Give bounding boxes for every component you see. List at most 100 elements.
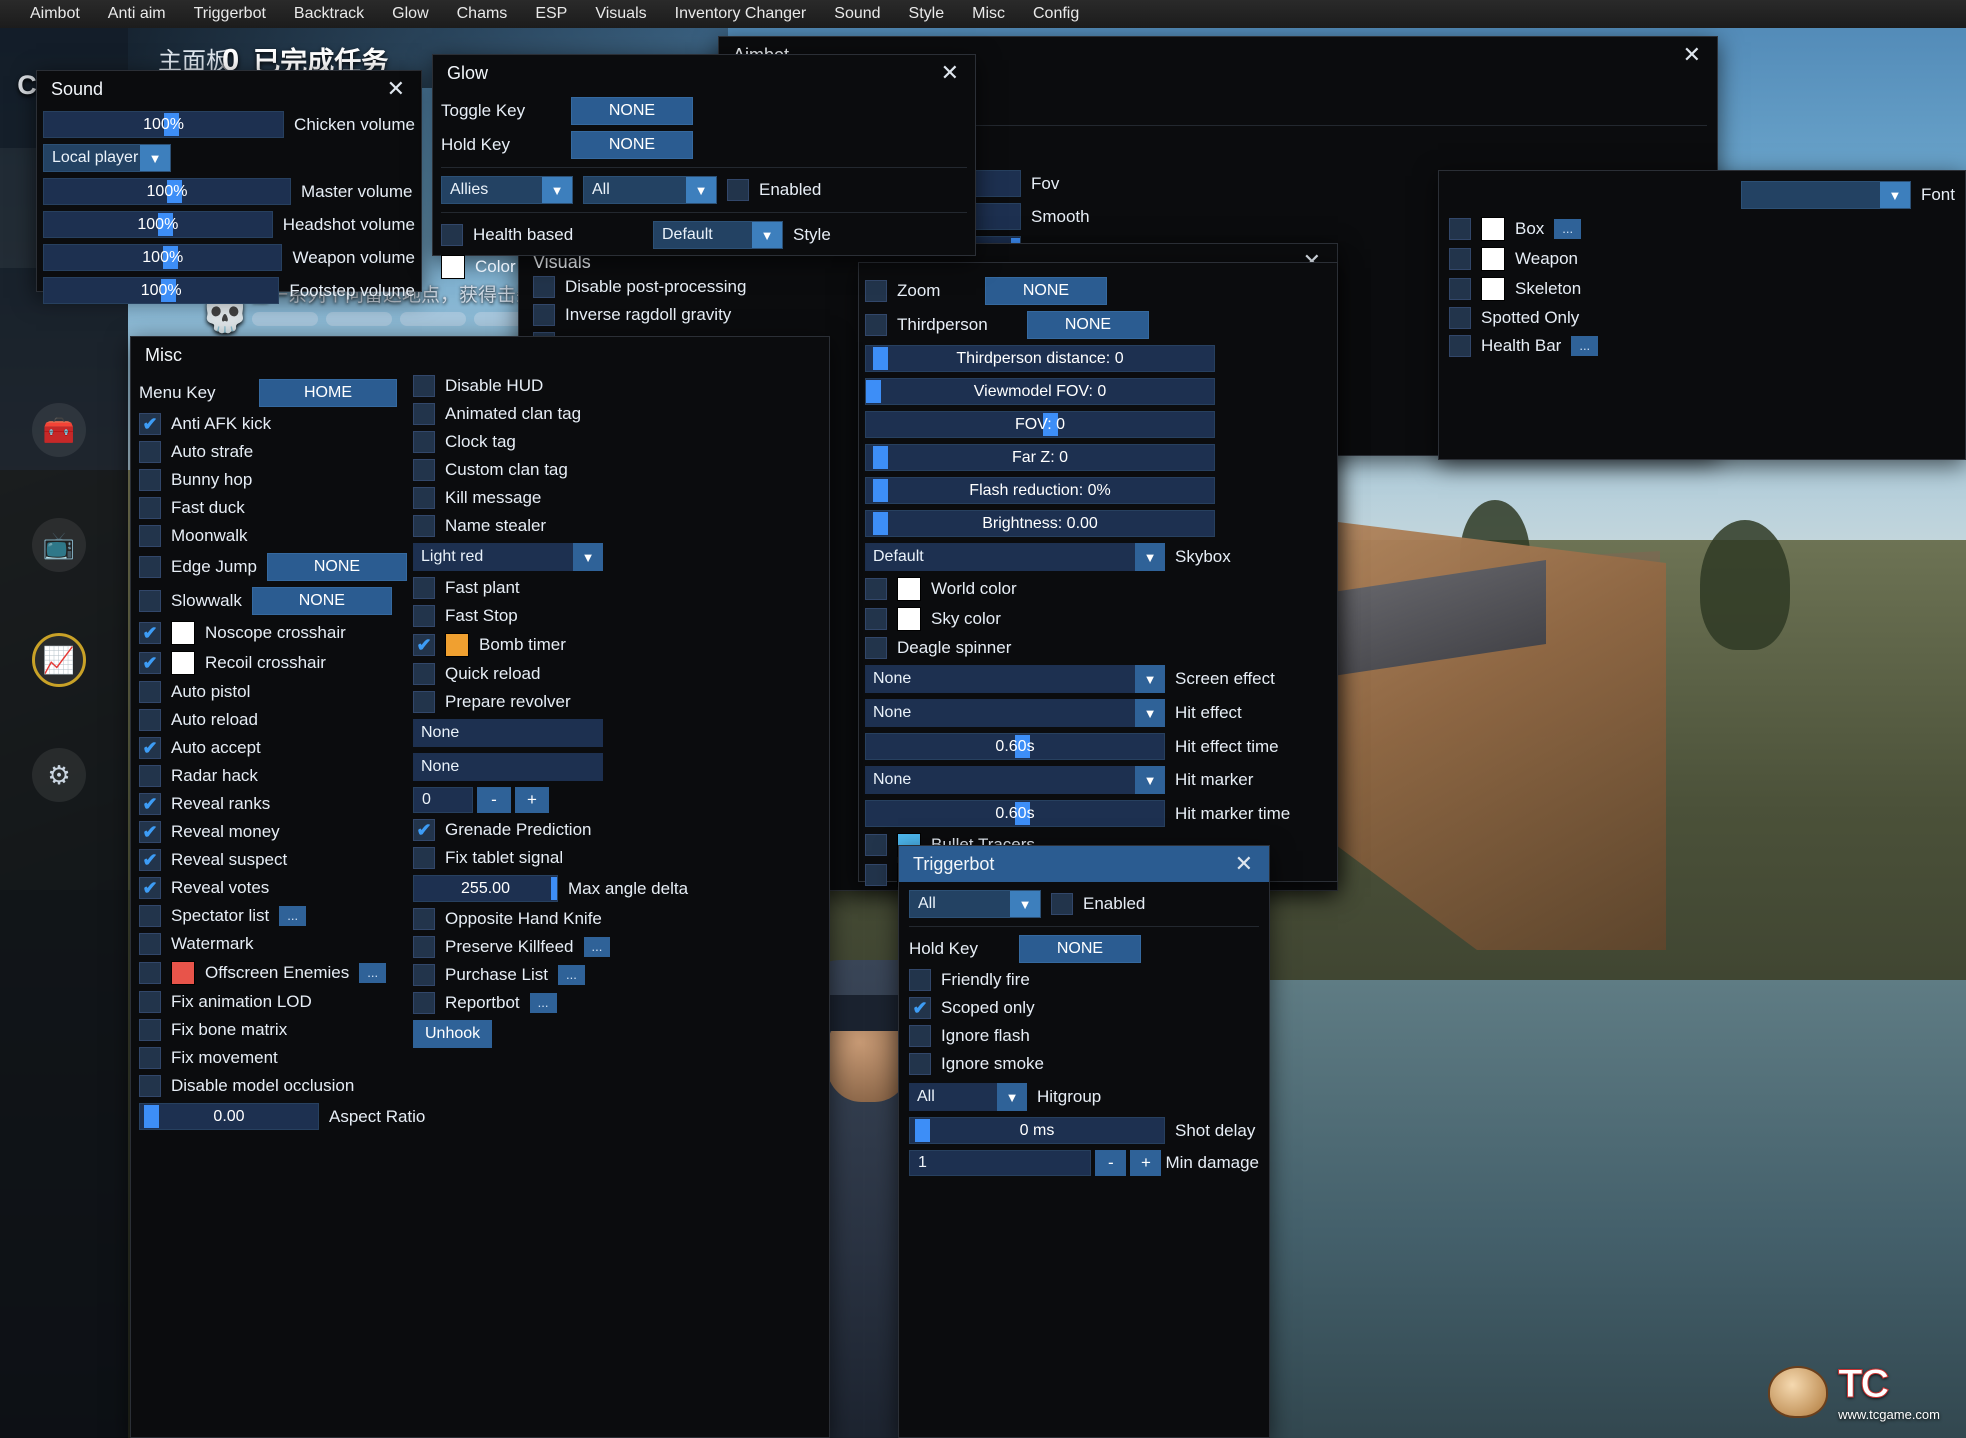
tracer-checkbox-1[interactable] — [865, 864, 887, 886]
misc-checkbox-17[interactable] — [139, 905, 161, 927]
hit-marker-time-slider[interactable]: 0.60s — [865, 800, 1165, 827]
visuals-slider-3[interactable]: Far Z: 0 — [865, 444, 1215, 471]
thirdperson-checkbox[interactable] — [865, 314, 887, 336]
misc-hud-checkbox-2[interactable] — [413, 431, 435, 453]
menu-item-triggerbot[interactable]: Triggerbot — [180, 2, 280, 26]
killmsg-color-combo[interactable]: Light red ▼ — [413, 543, 603, 571]
aspect-ratio-slider[interactable]: 0.00 — [139, 1103, 319, 1130]
shot-delay-slider[interactable]: 0 ms — [909, 1117, 1165, 1144]
misc-checkbox-8[interactable] — [139, 652, 161, 674]
misc-checkbox-12[interactable] — [139, 765, 161, 787]
triggerbot-hitgroup-combo[interactable]: All ▼ — [909, 1083, 1027, 1111]
misc-grenade-checkbox-0[interactable] — [413, 819, 435, 841]
glow-filter-combo[interactable]: All ▼ — [583, 176, 717, 204]
glow-target-combo[interactable]: Allies ▼ — [441, 176, 573, 204]
esp-checkbox-4[interactable] — [1449, 335, 1471, 357]
menu-item-visuals[interactable]: Visuals — [581, 2, 660, 26]
misc-window[interactable]: Misc Menu Key HOME Anti AFK kick Auto str… — [130, 336, 830, 1438]
misc-extra-dots-1[interactable]: ... — [583, 937, 611, 957]
misc-checkbox-20[interactable] — [139, 991, 161, 1013]
glow-toggle-key-button[interactable]: NONE — [571, 97, 693, 125]
close-icon[interactable]: ✕ — [383, 78, 409, 100]
menu-key-button[interactable]: HOME — [259, 379, 397, 407]
inventory-icon[interactable]: 🧰 — [32, 403, 86, 457]
hit-effect-time-slider[interactable]: 0.60s — [865, 733, 1165, 760]
misc-color-8[interactable] — [171, 651, 195, 675]
misc-checkbox-15[interactable] — [139, 849, 161, 871]
misc-dots-19[interactable]: ... — [359, 963, 387, 983]
menu-item-style[interactable]: Style — [895, 2, 959, 26]
misc-color-7[interactable] — [171, 621, 195, 645]
menu-item-aimbot[interactable]: Aimbot — [16, 2, 94, 26]
sound-window[interactable]: Sound ✕ 100% Chicken volume Local player ▼ 1… — [36, 70, 422, 304]
triggerbot-enabled-checkbox[interactable] — [1051, 893, 1073, 915]
misc-checkbox-9[interactable] — [139, 681, 161, 703]
triggerbot-target-combo[interactable]: All ▼ — [909, 890, 1041, 918]
misc-checkbox-18[interactable] — [139, 933, 161, 955]
max-angle-delta-slider[interactable]: 255.00 — [413, 875, 558, 902]
glow-color-swatch[interactable] — [441, 255, 465, 279]
misc-hud-checkbox-1[interactable] — [413, 403, 435, 425]
misc-checkbox-0[interactable] — [139, 413, 161, 435]
misc-extra-checkbox-1[interactable] — [413, 936, 435, 958]
esp-dots-0[interactable]: ... — [1554, 219, 1582, 239]
misc-hud-checkbox-4[interactable] — [413, 487, 435, 509]
misc-hud-checkbox-3[interactable] — [413, 459, 435, 481]
menu-item-misc[interactable]: Misc — [958, 2, 1019, 26]
esp-color-0[interactable] — [1481, 217, 1505, 241]
esp-checkbox-0[interactable] — [1449, 218, 1471, 240]
tracer-checkbox-0[interactable] — [865, 834, 887, 856]
misc-checkbox-10[interactable] — [139, 709, 161, 731]
thirdperson-key-button[interactable]: NONE — [1027, 311, 1149, 339]
sound-player-combo[interactable]: Local player ▼ — [43, 144, 171, 172]
esp-checkbox-2[interactable] — [1449, 278, 1471, 300]
skybox-combo[interactable]: Default ▼ — [865, 543, 1165, 571]
esp-window[interactable]: ▼ Font Box... Weapon Skeleton Spotted Only H… — [1438, 170, 1966, 460]
misc-key-6[interactable]: NONE — [251, 587, 392, 615]
triggerbot-window[interactable]: Triggerbot ✕ All ▼ Enabled Hold Key NONE… — [898, 845, 1270, 1438]
visuals-slider-2[interactable]: FOV: 0 — [865, 411, 1215, 438]
misc-checkbox-23[interactable] — [139, 1075, 161, 1097]
triggerbot-checkbox-2[interactable] — [909, 1025, 931, 1047]
slider-handle[interactable] — [872, 479, 888, 502]
misc-checkbox-22[interactable] — [139, 1047, 161, 1069]
visuals-slider-1[interactable]: Viewmodel FOV: 0 — [865, 378, 1215, 405]
misc-bomb-checkbox-1[interactable] — [413, 605, 435, 627]
misc-checkbox-4[interactable] — [139, 525, 161, 547]
misc-checkbox-7[interactable] — [139, 622, 161, 644]
triggerbot-checkbox-1[interactable] — [909, 997, 931, 1019]
sound-slider-2[interactable]: 100% — [43, 211, 273, 238]
misc-checkbox-3[interactable] — [139, 497, 161, 519]
menu-item-sound[interactable]: Sound — [820, 2, 894, 26]
visuals-slider-4[interactable]: Flash reduction: 0% — [865, 477, 1215, 504]
misc-checkbox-1[interactable] — [139, 441, 161, 463]
misc-bomb-checkbox-2[interactable] — [413, 634, 435, 656]
misc-extra-checkbox-0[interactable] — [413, 908, 435, 930]
slider-handle[interactable] — [872, 347, 888, 370]
slider-handle[interactable] — [866, 380, 881, 403]
misc-checkbox-6[interactable] — [139, 590, 161, 612]
esp-checkbox-3[interactable] — [1449, 307, 1471, 329]
misc-checkbox-2[interactable] — [139, 469, 161, 491]
hit-effect-combo[interactable]: None ▼ — [865, 699, 1165, 727]
misc-checkbox-19[interactable] — [139, 962, 161, 984]
visuals-slider-0[interactable]: Thirdperson distance: 0 — [865, 345, 1215, 372]
misc-checkbox-5[interactable] — [139, 556, 161, 578]
visuals-slider-5[interactable]: Brightness: 0.00 — [865, 510, 1215, 537]
misc-checkbox-13[interactable] — [139, 793, 161, 815]
triggerbot-checkbox-3[interactable] — [909, 1053, 931, 1075]
triggerbot-checkbox-0[interactable] — [909, 969, 931, 991]
menu-item-inventory-changer[interactable]: Inventory Changer — [661, 2, 821, 26]
misc-checkbox-14[interactable] — [139, 821, 161, 843]
visuals-color-checkbox-1[interactable] — [865, 608, 887, 630]
gear-icon[interactable]: ⚙ — [32, 748, 86, 802]
triggerbot-hold-key-button[interactable]: NONE — [1019, 935, 1141, 963]
menu-item-backtrack[interactable]: Backtrack — [280, 2, 378, 26]
esp-font-combo[interactable]: ▼ — [1740, 181, 1911, 209]
slider-handle[interactable] — [872, 446, 888, 469]
visuals-color-swatch-0[interactable] — [897, 577, 921, 601]
hit-marker-combo[interactable]: None ▼ — [865, 766, 1165, 794]
esp-dots-4[interactable]: ... — [1571, 336, 1599, 356]
visuals-checkbox-1[interactable] — [533, 304, 555, 326]
stats-icon[interactable]: 📈 — [32, 633, 86, 687]
